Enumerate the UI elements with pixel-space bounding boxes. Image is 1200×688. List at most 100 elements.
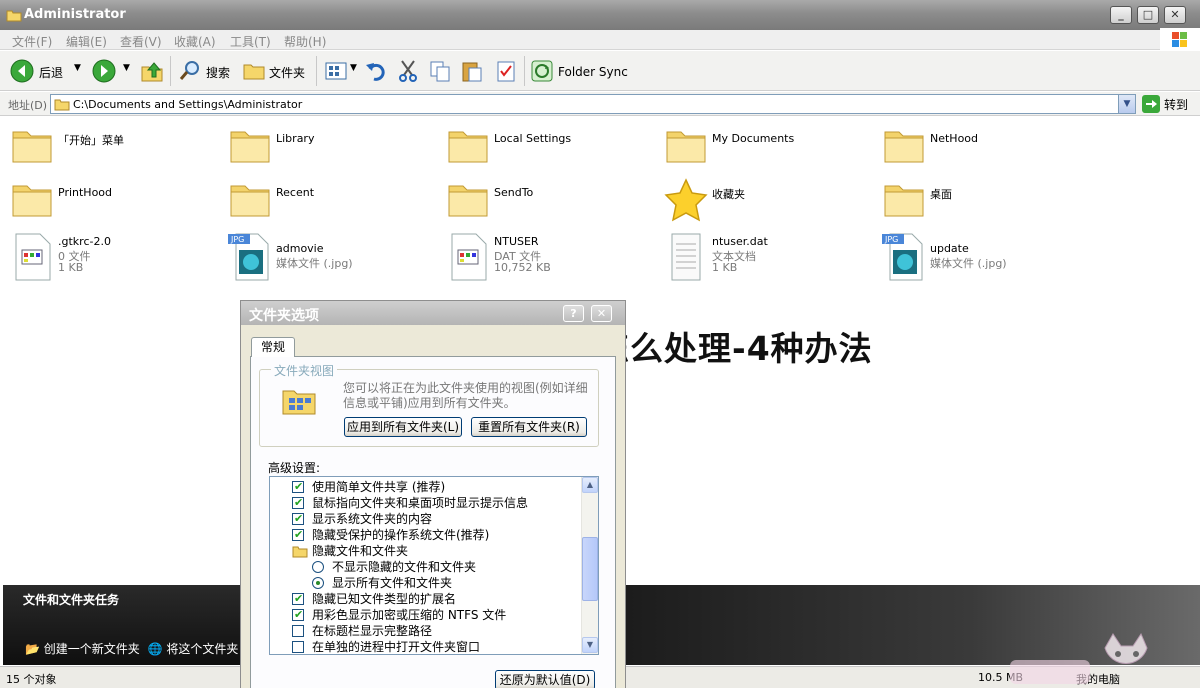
file-item[interactable]: 「开始」菜单: [10, 124, 220, 174]
star-icon: [664, 178, 708, 222]
close-button[interactable]: ✕: [1164, 6, 1186, 24]
checkbox[interactable]: [292, 625, 304, 637]
task-new-folder[interactable]: 📂 创建一个新文件夹 🌐 将这个文件夹: [25, 640, 238, 657]
file-item[interactable]: ntuser.dat 文本文档 1 KB: [664, 232, 874, 282]
checkbox[interactable]: [292, 591, 304, 607]
properties-button[interactable]: [494, 59, 518, 86]
file-item[interactable]: 桌面: [882, 178, 1092, 228]
setting-row[interactable]: 不显示隐藏的文件和文件夹: [270, 559, 580, 575]
chevron-down-icon: ▼: [123, 63, 130, 73]
setting-row[interactable]: 显示系统文件夹的内容: [270, 511, 580, 527]
forward-button[interactable]: ▼: [92, 59, 130, 86]
file-item[interactable]: SendTo: [446, 178, 656, 228]
advanced-settings-list[interactable]: 在单独的进程中打开文件夹窗口在标题栏显示完整路径 用彩色显示加密或压缩的 NTFS…: [269, 476, 599, 655]
setting-row[interactable]: 在标题栏显示完整路径: [270, 623, 580, 639]
file-item[interactable]: JPG update 媒体文件 (.jpg): [882, 232, 1092, 282]
file-item[interactable]: NetHood: [882, 124, 1092, 174]
file-item[interactable]: Recent: [228, 178, 438, 228]
setting-label: 用彩色显示加密或压缩的 NTFS 文件: [312, 608, 507, 622]
maximize-button[interactable]: □: [1137, 6, 1159, 24]
file-name: 桌面: [930, 188, 952, 201]
menu-view[interactable]: 查看(V): [120, 33, 162, 50]
checkbox[interactable]: [292, 511, 304, 527]
file-item[interactable]: JPG admovie 媒体文件 (.jpg): [228, 232, 438, 282]
file-name: 收藏夹: [712, 188, 745, 201]
setting-row[interactable]: 隐藏已知文件类型的扩展名: [270, 591, 580, 607]
search-label: 搜索: [206, 66, 231, 80]
dialog-help-button[interactable]: ?: [563, 305, 584, 322]
dialog-close-button[interactable]: ✕: [591, 305, 612, 322]
svg-text:JPG: JPG: [884, 235, 898, 244]
svg-text:JPG: JPG: [230, 235, 244, 244]
setting-row[interactable]: 显示所有文件和文件夹: [270, 575, 580, 591]
checkbox[interactable]: [292, 479, 304, 495]
file-item[interactable]: Local Settings: [446, 124, 656, 174]
reset-all-folders-button[interactable]: 重置所有文件夹(R): [471, 417, 587, 437]
cut-button[interactable]: [396, 59, 420, 86]
file-name: admovie: [276, 242, 324, 255]
file-name: My Documents: [712, 132, 795, 145]
up-folder-button[interactable]: [140, 59, 164, 86]
menu-favorites[interactable]: 收藏(A): [174, 33, 216, 50]
settings-scrollbar[interactable]: ▲ ▼: [581, 477, 598, 654]
folder-icon: [10, 124, 54, 168]
folder-icon: [446, 178, 490, 222]
task-panel-header: 文件和文件夹任务: [23, 593, 120, 607]
checkbox[interactable]: [292, 641, 304, 653]
setting-row[interactable]: 隐藏受保护的操作系统文件(推荐): [270, 527, 580, 543]
forward-arrow-icon: [92, 59, 116, 83]
radio-button[interactable]: [312, 577, 324, 589]
file-item[interactable]: Library: [228, 124, 438, 174]
chevron-down-icon: ▼: [74, 63, 81, 73]
checkbox[interactable]: [292, 607, 304, 623]
minimize-button[interactable]: _: [1110, 6, 1132, 24]
folder-icon: [664, 124, 708, 168]
status-object-count: 15 个对象: [6, 673, 57, 686]
tab-general[interactable]: 常规: [251, 337, 295, 357]
file-item[interactable]: .gtkrc-2.0 0 文件 1 KB: [10, 232, 220, 282]
folder-options-dialog: 文件夹选项 ? ✕ 常规 文件夹视图 您可以将正在为此文件夹使用的视图(例如详细…: [240, 300, 626, 688]
views-button[interactable]: ▼: [324, 59, 357, 86]
properties-icon: [497, 61, 515, 82]
setting-row[interactable]: 使用简单文件共享 (推荐): [270, 479, 580, 495]
apply-to-all-folders-button[interactable]: 应用到所有文件夹(L): [344, 417, 462, 437]
title-bar: Administrator _ □ ✕: [0, 0, 1200, 30]
setting-row[interactable]: 在单独的进程中打开文件夹窗口: [270, 639, 580, 654]
go-arrow-icon: [1142, 95, 1160, 113]
copy-button[interactable]: [428, 59, 452, 86]
menu-edit[interactable]: 编辑(E): [66, 33, 107, 50]
file-item[interactable]: My Documents: [664, 124, 874, 174]
menu-tools[interactable]: 工具(T): [230, 33, 271, 50]
setting-row[interactable]: 用彩色显示加密或压缩的 NTFS 文件: [270, 607, 580, 623]
file-item[interactable]: NTUSER DAT 文件 10,752 KB: [446, 232, 656, 282]
setting-row[interactable]: 鼠标指向文件夹和桌面项时显示提示信息: [270, 495, 580, 511]
file-item[interactable]: PrintHood: [10, 178, 220, 228]
setting-row[interactable]: 隐藏文件和文件夹: [270, 543, 580, 559]
paste-button[interactable]: [460, 59, 484, 86]
scroll-thumb[interactable]: [582, 537, 598, 601]
menu-help[interactable]: 帮助(H): [284, 33, 326, 50]
dialog-title: 文件夹选项: [249, 308, 319, 324]
radio-button[interactable]: [312, 561, 324, 573]
menu-file[interactable]: 文件(F): [12, 33, 52, 50]
setting-label: 在单独的进程中打开文件夹窗口: [312, 640, 481, 654]
checkbox[interactable]: [292, 527, 304, 543]
undo-button[interactable]: [364, 59, 388, 86]
file-item[interactable]: 收藏夹: [664, 178, 874, 228]
new-folder-icon: 📂: [25, 642, 40, 656]
config-file-icon: [10, 232, 54, 281]
address-input[interactable]: C:\Documents and Settings\Administrator …: [50, 94, 1136, 114]
views-grid-icon: [325, 62, 347, 80]
scroll-up-button[interactable]: ▲: [582, 477, 598, 493]
copy-icon: [430, 61, 450, 82]
restore-defaults-button[interactable]: 还原为默认值(D): [495, 670, 595, 688]
folder-view-icon: [282, 390, 316, 415]
task-publish-label[interactable]: 将这个文件夹: [166, 642, 238, 656]
file-name: Recent: [276, 186, 315, 199]
scroll-down-button[interactable]: ▼: [582, 637, 598, 653]
setting-label: 隐藏文件和文件夹: [312, 544, 409, 558]
back-arrow-icon: [10, 59, 34, 83]
address-dropdown-button[interactable]: ▼: [1118, 95, 1135, 113]
checkbox[interactable]: [292, 495, 304, 511]
folder-icon: [54, 99, 70, 111]
